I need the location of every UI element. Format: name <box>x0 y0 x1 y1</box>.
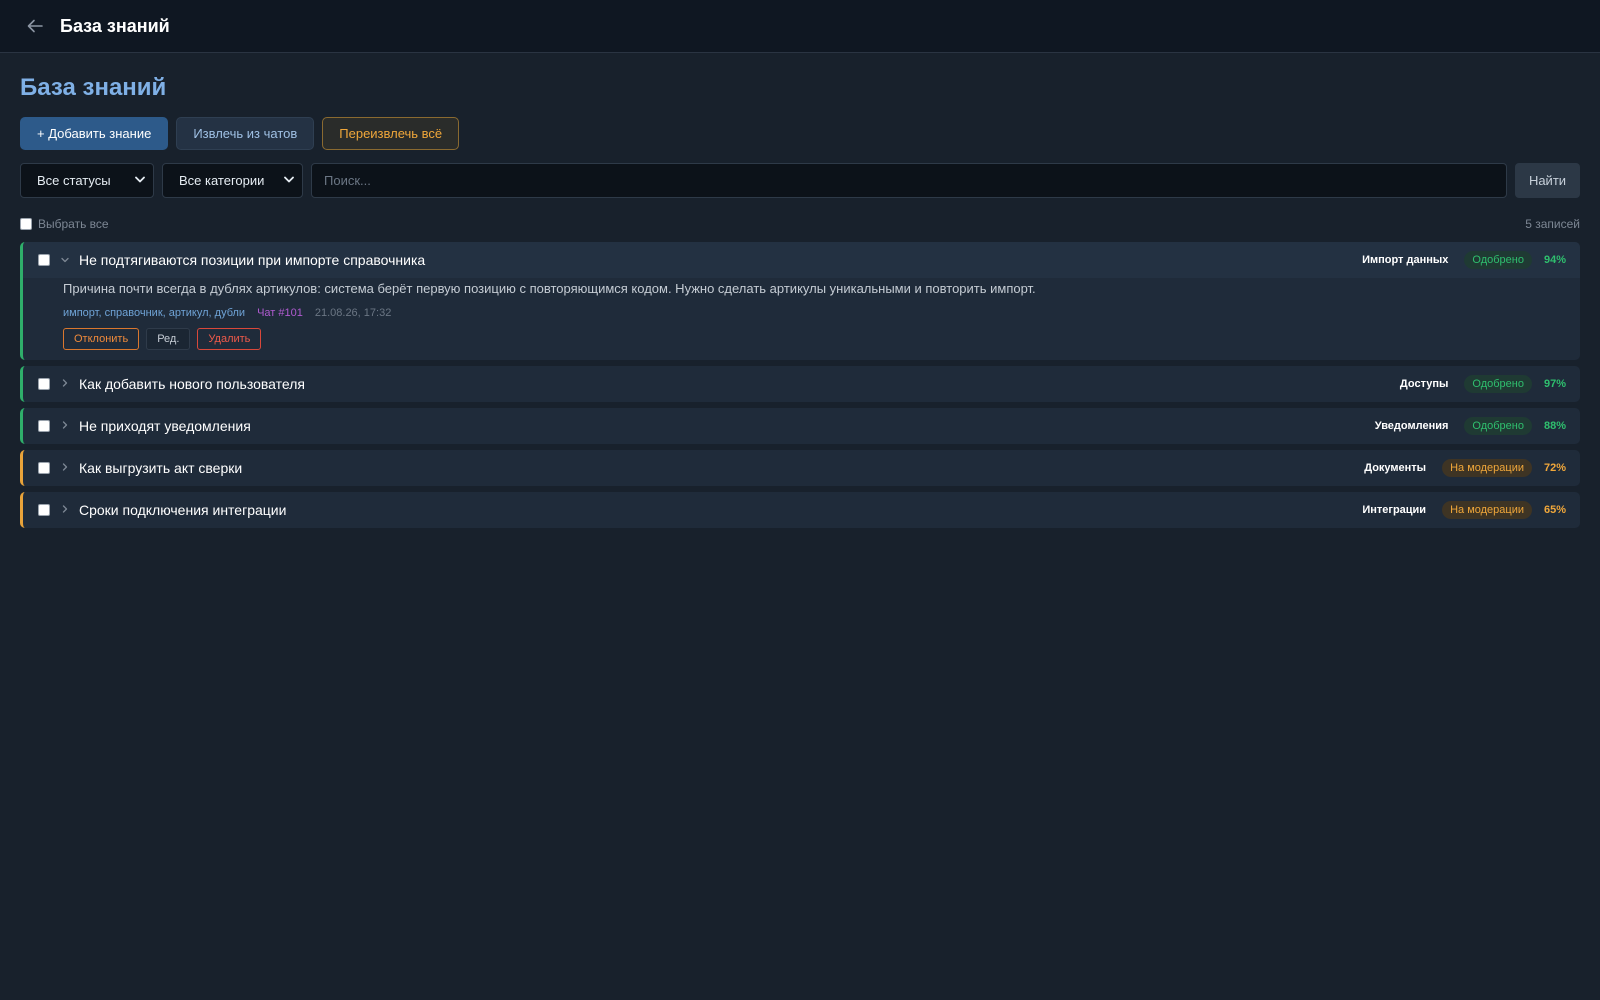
chevron-right-icon[interactable] <box>58 421 72 431</box>
item-checkbox[interactable] <box>38 420 50 432</box>
item-meta: импорт, справочник, артикул, дубли Чат #… <box>63 307 1566 319</box>
chevron-right-icon[interactable] <box>58 379 72 389</box>
find-button[interactable]: Найти <box>1515 163 1580 198</box>
list-item-header[interactable]: Не подтягиваются позиции при импорте спр… <box>23 242 1580 278</box>
chat-link[interactable]: Чат #101 <box>257 307 303 319</box>
category-filter-select[interactable]: Все категории <box>162 163 303 198</box>
list-header: Выбрать все 5 записей <box>20 216 1580 232</box>
delete-button[interactable]: Удалить <box>197 328 262 350</box>
item-category: Уведомления <box>1374 420 1449 432</box>
confidence-value: 94% <box>1543 254 1566 266</box>
status-filter-value: Все статусы <box>37 173 111 188</box>
confidence-value: 88% <box>1543 420 1566 432</box>
filter-bar: Все статусы Все категории Найти <box>20 163 1580 198</box>
item-text: Причина почти всегда в дублях артикулов:… <box>63 281 1036 296</box>
top-bar-title: База знаний <box>60 15 170 36</box>
item-title: Сроки подключения интеграции <box>79 502 287 518</box>
status-badge: Одобрено <box>1464 375 1532 393</box>
edit-button[interactable]: Ред. <box>146 328 191 350</box>
item-checkbox[interactable] <box>38 378 50 390</box>
item-checkbox[interactable] <box>38 254 50 266</box>
main-content: База знаний + Добавить знание Извлечь из… <box>0 53 1600 528</box>
item-checkbox[interactable] <box>38 504 50 516</box>
extract-from-chats-button[interactable]: Извлечь из чатов <box>176 117 315 150</box>
item-title: Как добавить нового пользователя <box>79 376 305 392</box>
list-item: Как добавить нового пользователя Доступы… <box>20 366 1580 402</box>
item-title: Не приходят уведомления <box>79 418 251 434</box>
list-item: Не подтягиваются позиции при импорте спр… <box>20 242 1580 360</box>
status-filter-select[interactable]: Все статусы <box>20 163 154 198</box>
item-checkbox[interactable] <box>38 462 50 474</box>
item-category: Документы <box>1364 462 1427 474</box>
list-item: Как выгрузить акт сверки Документы На мо… <box>20 450 1580 486</box>
status-badge: На модерации <box>1442 501 1532 519</box>
item-category: Импорт данных <box>1362 254 1449 266</box>
status-badge: Одобрено <box>1464 417 1532 435</box>
page-title: База знаний <box>20 74 167 101</box>
item-category: Интеграции <box>1362 504 1427 516</box>
add-knowledge-button[interactable]: + Добавить знание <box>20 117 169 150</box>
list-item-header[interactable]: Как выгрузить акт сверки Документы На мо… <box>23 450 1580 486</box>
records-count: 5 записей <box>1525 217 1580 231</box>
list-item-header[interactable]: Сроки подключения интеграции Интеграции … <box>23 492 1580 528</box>
chevron-down-icon <box>284 175 294 186</box>
select-all[interactable]: Выбрать все <box>20 217 109 231</box>
search-input[interactable] <box>311 163 1507 198</box>
select-all-checkbox[interactable] <box>20 218 32 230</box>
list-item: Сроки подключения интеграции Интеграции … <box>20 492 1580 528</box>
item-title: Как выгрузить акт сверки <box>79 460 243 476</box>
list-item: Не приходят уведомления Уведомления Одоб… <box>20 408 1580 444</box>
item-category: Доступы <box>1399 378 1449 390</box>
status-badge: На модерации <box>1442 459 1532 477</box>
status-badge: Одобрено <box>1464 251 1532 269</box>
confidence-value: 72% <box>1543 462 1566 474</box>
list-item-header[interactable]: Не приходят уведомления Уведомления Одоб… <box>23 408 1580 444</box>
item-body: Причина почти всегда в дублях артикулов:… <box>23 278 1580 360</box>
item-date: 21.08.26, 17:32 <box>314 307 392 319</box>
confidence-value: 97% <box>1543 378 1566 390</box>
confidence-value: 65% <box>1543 504 1566 516</box>
list-item-header[interactable]: Как добавить нового пользователя Доступы… <box>23 366 1580 402</box>
category-filter-value: Все категории <box>179 173 265 188</box>
knowledge-list: Не подтягиваются позиции при импорте спр… <box>20 242 1580 528</box>
chevron-right-icon[interactable] <box>58 463 72 473</box>
select-all-label: Выбрать все <box>38 217 109 231</box>
action-bar: + Добавить знание Извлечь из чатов Переи… <box>20 117 1580 150</box>
item-tags: импорт, справочник, артикул, дубли <box>63 307 246 319</box>
item-actions: Отклонить Ред. Удалить <box>63 328 1566 350</box>
top-bar: База знаний <box>0 0 1600 53</box>
chevron-right-icon[interactable] <box>58 505 72 515</box>
item-title: Не подтягиваются позиции при импорте спр… <box>79 252 426 268</box>
chevron-down-icon[interactable] <box>58 255 72 265</box>
reject-button[interactable]: Отклонить <box>63 328 140 350</box>
chevron-down-icon <box>135 175 145 186</box>
back-arrow-icon[interactable] <box>24 15 46 37</box>
reextract-all-button[interactable]: Переизвлечь всё <box>322 117 460 150</box>
